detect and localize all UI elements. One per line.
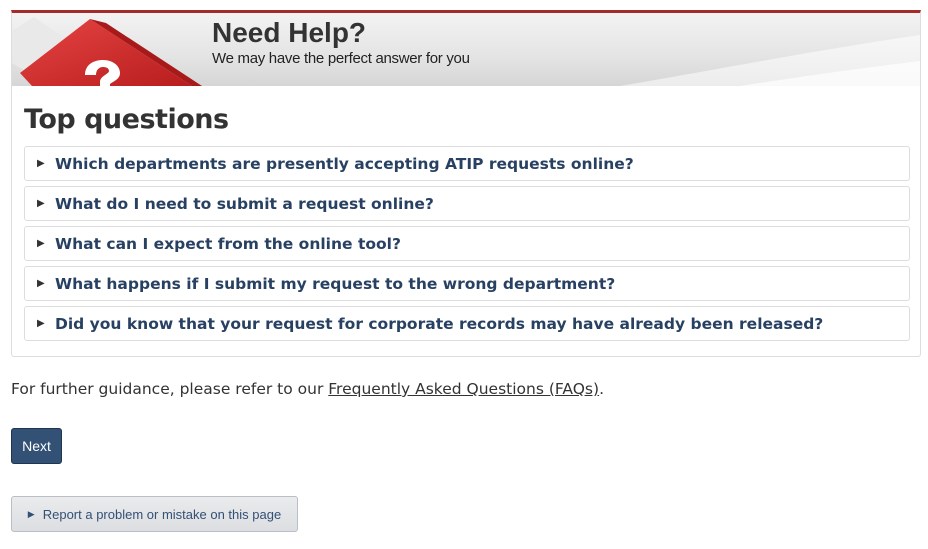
next-button[interactable]: Next <box>11 428 62 464</box>
triangle-right-icon: ▶ <box>37 318 45 329</box>
faq-list: ▶ Which departments are presently accept… <box>24 146 910 346</box>
triangle-right-icon: ▶ <box>37 238 45 249</box>
faq-question-label: Which departments are presently acceptin… <box>55 154 634 173</box>
faq-item-wrong-department[interactable]: ▶ What happens if I submit my request to… <box>24 266 910 301</box>
triangle-right-icon: ▶ <box>37 278 45 289</box>
top-questions-title: Top questions <box>24 104 229 135</box>
faq-item-online-tool-expectations[interactable]: ▶ What can I expect from the online tool… <box>24 226 910 261</box>
help-banner: Need Help? We may have the perfect answe… <box>12 13 920 86</box>
triangle-right-icon: ▶ <box>27 508 35 519</box>
report-problem-button[interactable]: ▶ Report a problem or mistake on this pa… <box>11 496 298 532</box>
faq-item-accepting-departments[interactable]: ▶ Which departments are presently accept… <box>24 146 910 181</box>
guidance-suffix: . <box>599 380 604 398</box>
banner-swoosh-graphic <box>620 35 920 86</box>
banner-title: Need Help? <box>212 17 367 48</box>
banner-subtitle: We may have the perfect answer for you <box>212 50 470 67</box>
guidance-prefix: For further guidance, please refer to ou… <box>11 380 329 398</box>
triangle-right-icon: ▶ <box>37 158 45 169</box>
faq-question-label: What happens if I submit my request to t… <box>55 274 616 293</box>
faq-item-submit-requirements[interactable]: ▶ What do I need to submit a request onl… <box>24 186 910 221</box>
faq-question-label: What do I need to submit a request onlin… <box>55 194 434 213</box>
question-mark-key-icon <box>12 17 202 86</box>
faq-item-corporate-records[interactable]: ▶ Did you know that your request for cor… <box>24 306 910 341</box>
triangle-right-icon: ▶ <box>37 198 45 209</box>
guidance-text: For further guidance, please refer to ou… <box>11 380 604 398</box>
help-panel: Need Help? We may have the perfect answe… <box>11 10 921 357</box>
faq-question-label: What can I expect from the online tool? <box>55 234 401 253</box>
faq-link[interactable]: Frequently Asked Questions (FAQs) <box>328 380 599 398</box>
report-problem-label: Report a problem or mistake on this page <box>42 506 282 522</box>
faq-question-label: Did you know that your request for corpo… <box>55 314 824 333</box>
